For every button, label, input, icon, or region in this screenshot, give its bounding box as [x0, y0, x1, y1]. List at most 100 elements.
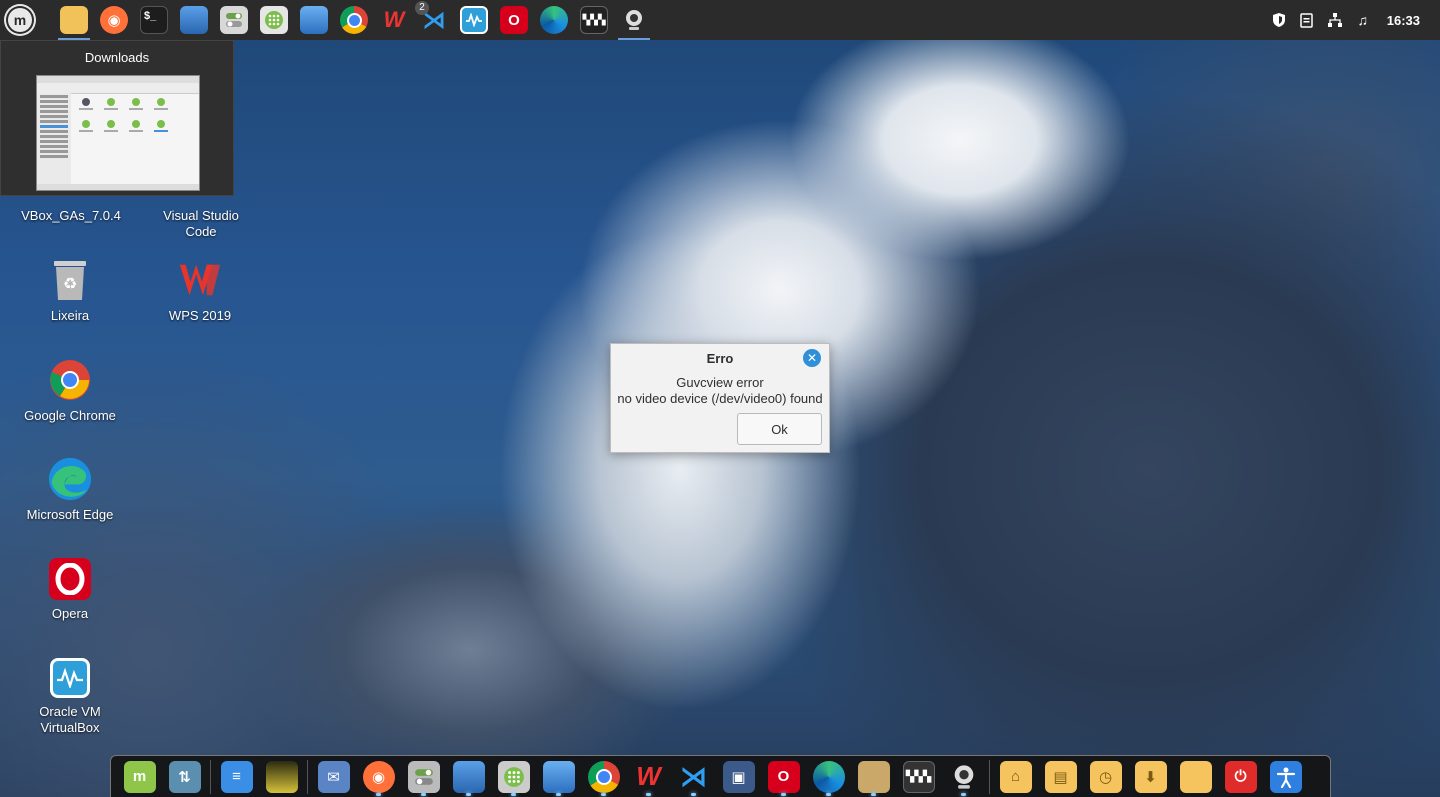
network-icon[interactable]: [1327, 12, 1343, 28]
taskbar-launchers: ◉ $_ W 2 ⋊ O ▚▚▚: [54, 0, 654, 40]
desktop-icon-opera[interactable]: Opera: [15, 558, 125, 622]
dock-settings[interactable]: [401, 757, 446, 797]
taskbar-guvcview[interactable]: [614, 0, 654, 40]
desktop-icon-edge[interactable]: Microsoft Edge: [15, 457, 125, 523]
taskbar-files[interactable]: [54, 0, 94, 40]
desktop-icon-label: Oracle VM VirtualBox: [39, 704, 101, 735]
desktop-icon-wps[interactable]: WPS 2019: [145, 258, 255, 324]
desktop-icon-trash[interactable]: ♻ Lixeira: [15, 258, 125, 324]
close-icon[interactable]: ✕: [803, 349, 821, 367]
dock-documents-folder[interactable]: ▤: [1038, 757, 1083, 797]
dock-accessibility[interactable]: [1263, 757, 1308, 797]
display-icon: [180, 6, 208, 34]
home-folder-icon: ⌂: [999, 760, 1032, 793]
opera-icon: O: [767, 760, 800, 793]
clock[interactable]: 16:33: [1387, 13, 1420, 28]
dock-guvcview[interactable]: [941, 757, 986, 797]
dock-display[interactable]: [446, 757, 491, 797]
desktop-icon-label: WPS 2019: [168, 308, 232, 323]
music-note-icon[interactable]: ♫: [1355, 12, 1371, 28]
dock-separator: [210, 759, 211, 794]
preview-title: Downloads: [84, 50, 150, 65]
dock-downloads-folder[interactable]: ⬇: [1128, 757, 1173, 797]
folder-icon: [1179, 760, 1212, 793]
taskbar-virtualbox[interactable]: [454, 0, 494, 40]
mail-icon: ✉: [317, 760, 350, 793]
document-icon: ≡: [220, 760, 253, 793]
shield-icon[interactable]: [1271, 12, 1287, 28]
chrome-icon: [48, 358, 92, 402]
dock-mail[interactable]: ✉: [311, 757, 356, 797]
firefox-icon: ◉: [100, 6, 128, 34]
window-count-badge: 2: [415, 1, 429, 15]
dock-files[interactable]: [851, 757, 896, 797]
toggle-settings-icon: [407, 760, 440, 793]
menu-button[interactable]: m: [0, 0, 40, 40]
dock-chrome[interactable]: [581, 757, 626, 797]
desktop-icon-vbox-gas[interactable]: VBox_GAs_7.0.4: [16, 162, 126, 224]
taskbar-wps[interactable]: W: [374, 0, 414, 40]
recent-folder-icon: ◷: [1089, 760, 1122, 793]
dock-home-folder[interactable]: ⌂: [993, 757, 1038, 797]
linux-mint-logo-icon: m: [6, 6, 34, 34]
dialog-message-line1: Guvcview error: [676, 375, 764, 390]
taskbar-edge[interactable]: [534, 0, 574, 40]
svg-text:♻: ♻: [63, 274, 77, 293]
dock-folder[interactable]: [1173, 757, 1218, 797]
edge-icon: [540, 6, 568, 34]
taskbar-vscode[interactable]: 2 ⋊: [414, 0, 454, 40]
workspace-icon: [542, 760, 575, 793]
app-grid-icon: [497, 760, 530, 793]
wps-icon: [178, 258, 222, 302]
dock-vscode[interactable]: ⋊: [671, 757, 716, 797]
virtualbox-monitor-icon: [460, 6, 488, 34]
dock-separator: [989, 759, 990, 794]
linux-mint-logo-icon: m: [123, 760, 156, 793]
taskbar-settings[interactable]: [214, 0, 254, 40]
virtualbox-cube-icon: ▣: [722, 760, 755, 793]
dock-text-editor[interactable]: ≡: [214, 757, 259, 797]
trash-icon: ♻: [48, 258, 92, 302]
dock-workspace[interactable]: [536, 757, 581, 797]
display-icon: [452, 760, 485, 793]
desktop-icon-label: VBox_GAs_7.0.4: [21, 208, 121, 223]
system-tray: ♫ 16:33: [1271, 12, 1440, 28]
dock-opera[interactable]: O: [761, 757, 806, 797]
power-icon: ⏻: [1224, 760, 1257, 793]
clipboard-icon[interactable]: [1299, 12, 1315, 28]
dock-power[interactable]: ⏻: [1218, 757, 1263, 797]
folder-icon: [857, 760, 890, 793]
taskbar-opera[interactable]: O: [494, 0, 534, 40]
taskbar-video[interactable]: ▚▚▚: [574, 0, 614, 40]
dock-separator: [307, 759, 308, 794]
dock-update-manager[interactable]: ⇅: [162, 757, 207, 797]
desktop-icon-virtualbox[interactable]: Oracle VM VirtualBox: [15, 658, 125, 736]
taskbar-workspace[interactable]: [294, 0, 334, 40]
opera-icon: O: [500, 6, 528, 34]
dock-image-viewer[interactable]: [259, 757, 304, 797]
app-grid-icon: [260, 6, 288, 34]
dock-video[interactable]: ▚▚▚: [896, 757, 941, 797]
dock-firefox[interactable]: ◉: [356, 757, 401, 797]
dock-virtualbox[interactable]: ▣: [716, 757, 761, 797]
dock-edge[interactable]: [806, 757, 851, 797]
error-dialog: Erro ✕ Guvcview error no video device (/…: [610, 343, 830, 453]
virtualbox-monitor-icon: [50, 658, 90, 698]
ok-button[interactable]: Ok: [737, 413, 822, 445]
desktop-icon-label: Opera: [51, 606, 89, 621]
update-arrows-icon: ⇅: [168, 760, 201, 793]
dock-wps[interactable]: W: [626, 757, 671, 797]
workspace-icon: [300, 6, 328, 34]
taskbar-firefox[interactable]: ◉: [94, 0, 134, 40]
dock: m ⇅ ≡ ✉ ◉ W ⋊ ▣ O ▚▚▚ ⌂ ▤ ◷ ⬇ ⏻: [110, 755, 1331, 797]
chrome-icon: [587, 760, 620, 793]
dock-menu[interactable]: m: [117, 757, 162, 797]
dock-apps-grid[interactable]: [491, 757, 536, 797]
taskbar-display[interactable]: [174, 0, 214, 40]
taskbar-apps-grid[interactable]: [254, 0, 294, 40]
desktop-icon-chrome[interactable]: Google Chrome: [15, 358, 125, 424]
desktop-icon-vscode[interactable]: Visual Studio Code: [146, 162, 256, 240]
taskbar-chrome[interactable]: [334, 0, 374, 40]
taskbar-terminal[interactable]: $_: [134, 0, 174, 40]
dock-recent-folder[interactable]: ◷: [1083, 757, 1128, 797]
